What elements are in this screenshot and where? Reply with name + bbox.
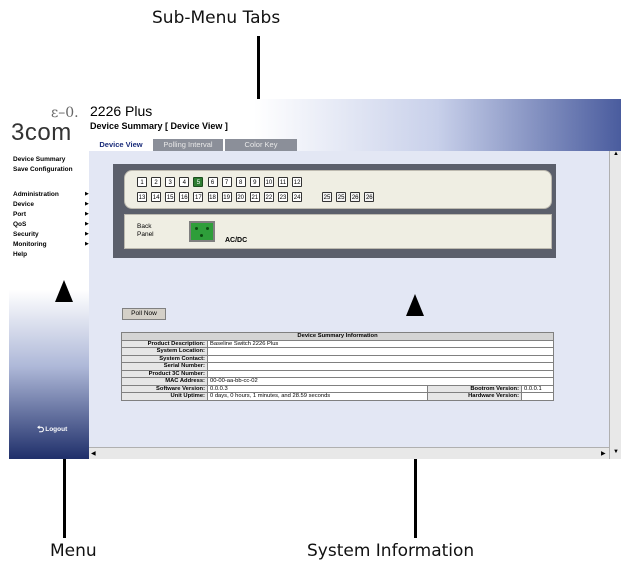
tab-polling-interval[interactable]: Polling Interval [153, 139, 223, 151]
table-row: System Location: [121, 347, 555, 356]
port-1[interactable]: 1 [137, 177, 147, 187]
logout-label: Logout [45, 426, 68, 433]
sidebar-item-port[interactable]: Port [13, 211, 26, 218]
port-23[interactable]: 23 [278, 192, 288, 202]
port-2[interactable]: 2 [151, 177, 162, 187]
table-row: Product 3C Number: [121, 369, 555, 378]
callout-sub-menu-tabs: Sub-Menu Tabs [152, 8, 281, 28]
port-24[interactable]: 24 [292, 192, 303, 202]
callout-arrow-info-head [406, 294, 424, 316]
port-10[interactable]: 10 [263, 177, 274, 187]
back-panel-label: Back Panel [137, 223, 154, 238]
callout-arrow-tabs-line [257, 36, 260, 108]
port-18[interactable]: 18 [207, 192, 218, 202]
sidebar-item-administration[interactable]: Administration [13, 191, 59, 198]
sidebar-item-help[interactable]: Help [13, 251, 27, 258]
switch-web-ui: ε–0. 3com 2226 Plus Device Summary [ Dev… [9, 99, 621, 459]
port-22[interactable]: 22 [263, 192, 274, 202]
power-pin [195, 227, 198, 230]
tab-color-key[interactable]: Color Key [225, 139, 297, 151]
sidebar-item-device-summary[interactable]: Device Summary [13, 156, 65, 163]
table-row: Serial Number: [121, 362, 555, 371]
table-row: System Contact: [121, 354, 555, 363]
sidebar-item-monitoring[interactable]: Monitoring [13, 241, 47, 248]
port-21[interactable]: 21 [249, 192, 260, 202]
table-row: MAC Address: 00-00-aa-bb-cc-02 [121, 377, 555, 386]
poll-now-button[interactable]: Poll Now [122, 308, 166, 320]
callout-menu: Menu [50, 541, 97, 561]
callout-arrow-menu-head [55, 280, 73, 302]
port-20[interactable]: 20 [235, 192, 246, 202]
tab-device-view[interactable]: Device View [91, 139, 151, 151]
power-pin [206, 227, 209, 230]
sidebar-item-device[interactable]: Device [13, 201, 34, 208]
port-4[interactable]: 4 [179, 177, 190, 187]
power-type-label: AC/DC [225, 237, 248, 244]
table-row: Software Version: 0.0.0.3 Bootrom Version:… [121, 384, 555, 393]
port-5[interactable]: 5 [193, 177, 204, 187]
front-panel-ports [124, 170, 552, 209]
brand-logo: 3com [11, 119, 72, 146]
scroll-up-icon[interactable]: ▲ [613, 151, 619, 157]
scroll-left-icon[interactable]: ◀ [91, 450, 96, 457]
port-7[interactable]: 7 [221, 177, 232, 187]
port-13[interactable]: 13 [137, 192, 147, 202]
port-14[interactable]: 14 [151, 192, 162, 202]
port-19[interactable]: 19 [221, 192, 232, 202]
port-16[interactable]: 16 [179, 192, 190, 202]
sidebar-item-security[interactable]: Security [13, 231, 39, 238]
sidebar-item-save-configuration[interactable]: Save Configuration [13, 166, 73, 173]
sidebar-menu: Device Summary Save Configuration Admini… [9, 151, 89, 459]
device-summary-table: Device Summary Information Product Descr… [120, 332, 555, 401]
port-6[interactable]: 6 [207, 177, 218, 187]
vertical-scrollbar[interactable]: ▲ ▼ [609, 151, 621, 459]
table-row: Product Description: Baseline Switch 2226… [121, 339, 555, 348]
port-11[interactable]: 11 [278, 177, 288, 187]
port-12[interactable]: 12 [292, 177, 303, 187]
sidebar-item-qos[interactable]: QoS [13, 221, 26, 228]
table-row: Unit Uptime: 0 days, 0 hours, 1 minutes, … [121, 392, 555, 401]
port-25[interactable]: 25 [322, 192, 332, 202]
page-subtitle: Device Summary [ Device View ] [90, 121, 228, 131]
table-heading: Device Summary Information [120, 332, 555, 341]
port-26[interactable]: 26 [350, 192, 361, 202]
callout-system-information: System Information [307, 541, 475, 561]
scroll-down-icon[interactable]: ▼ [613, 449, 619, 455]
port-9[interactable]: 9 [249, 177, 260, 187]
scroll-right-icon[interactable]: ▶ [601, 450, 606, 457]
port-25[interactable]: 25 [336, 192, 347, 202]
port-8[interactable]: 8 [235, 177, 246, 187]
logout-button[interactable]: ⮌Logout [37, 422, 67, 438]
horizontal-scrollbar[interactable]: ◀ ▶ [89, 447, 609, 459]
port-3[interactable]: 3 [165, 177, 176, 187]
logout-icon: ⮌ [37, 424, 45, 434]
header-banner: ε–0. 3com 2226 Plus Device Summary [ Dev… [9, 99, 621, 151]
power-pin [200, 234, 203, 237]
power-connector-icon[interactable] [189, 221, 215, 242]
port-17[interactable]: 17 [193, 192, 204, 202]
port-15[interactable]: 15 [165, 192, 176, 202]
port-26[interactable]: 26 [364, 192, 375, 202]
product-title: 2226 Plus [90, 103, 153, 119]
